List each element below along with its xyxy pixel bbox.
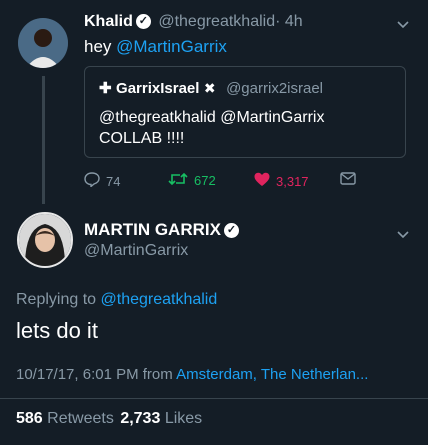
like-count: 3,317 bbox=[276, 173, 309, 189]
heart-icon bbox=[254, 172, 270, 190]
retweet-icon bbox=[168, 172, 188, 189]
tweet1-text-prefix: hey bbox=[84, 37, 117, 56]
retweet-count: 672 bbox=[194, 173, 216, 188]
reply-button[interactable]: 74 bbox=[84, 172, 120, 190]
retweets-stat[interactable]: 586 Retweets bbox=[16, 410, 114, 427]
author-name[interactable]: Khalid bbox=[84, 13, 133, 30]
likes-count: 2,733 bbox=[120, 410, 161, 427]
verified-icon: ✓ bbox=[223, 223, 239, 239]
message-button[interactable] bbox=[340, 172, 356, 188]
envelope-icon bbox=[340, 172, 356, 188]
reply-icon bbox=[84, 172, 100, 190]
likes-stat[interactable]: 2,733 Likes bbox=[120, 410, 202, 427]
reply-count: 74 bbox=[106, 173, 121, 189]
tweet2-meta: 10/17/17, 6:01 PM from Amsterdam, The Ne… bbox=[16, 366, 368, 383]
mention-link[interactable]: @MartinGarrix bbox=[116, 37, 227, 56]
tweet2-author-name-row: MARTIN GARRIX ✓ bbox=[84, 220, 239, 240]
martin-garrix-avatar[interactable] bbox=[17, 212, 73, 268]
replying-label: Replying to bbox=[16, 291, 97, 308]
replying-to: Replying to @thegreatkhalid bbox=[16, 291, 217, 309]
quote-author-suffix: ✖ bbox=[203, 80, 216, 96]
location-link[interactable]: Amsterdam, The Netherlan... bbox=[176, 366, 368, 383]
tweet2-stats: 586 Retweets 2,733 Likes bbox=[16, 410, 202, 428]
tweet2-author-name[interactable]: MARTIN GARRIX bbox=[84, 220, 221, 239]
quote-line2: COLLAB !!!! bbox=[99, 130, 185, 147]
tweet-time[interactable]: · 4h bbox=[275, 13, 303, 30]
chevron-down-icon[interactable] bbox=[397, 16, 409, 32]
retweets-label: Retweets bbox=[47, 410, 114, 427]
likes-label: Likes bbox=[164, 410, 203, 427]
retweet-button[interactable]: 672 bbox=[168, 172, 216, 189]
quote-author-prefix: ✚ bbox=[99, 80, 112, 97]
author-handle[interactable]: @thegreatkhalid bbox=[158, 13, 275, 30]
quote-text: @thegreatkhalid @MartinGarrix COLLAB !!!… bbox=[99, 107, 324, 149]
replying-to-link[interactable]: @thegreatkhalid bbox=[101, 291, 218, 308]
quoted-tweet[interactable]: ✚ GarrixIsrael ✖ @garrix2israel @thegrea… bbox=[84, 66, 406, 158]
tweet2-author-handle[interactable]: @MartinGarrix bbox=[84, 242, 188, 260]
quote-header: ✚ GarrixIsrael ✖ @garrix2israel bbox=[99, 79, 323, 98]
like-button[interactable]: 3,317 bbox=[254, 172, 309, 190]
tweet2-text: lets do it bbox=[16, 318, 98, 343]
quote-line1: @thegreatkhalid @MartinGarrix bbox=[99, 109, 325, 126]
tweet1-text: hey @MartinGarrix bbox=[84, 37, 227, 57]
verified-icon: ✓ bbox=[135, 14, 151, 30]
khalid-avatar[interactable] bbox=[18, 18, 68, 68]
quote-author-name: GarrixIsrael bbox=[116, 80, 200, 97]
tweet2-timestamp[interactable]: 10/17/17, 6:01 PM from bbox=[16, 366, 173, 383]
retweets-count: 586 bbox=[16, 410, 43, 427]
chevron-down-icon[interactable] bbox=[397, 226, 409, 242]
divider bbox=[0, 398, 428, 399]
thread-line bbox=[42, 76, 45, 204]
tweet1-header: Khalid ✓ @thegreatkhalid· 4h bbox=[84, 13, 303, 31]
quote-author-handle: @garrix2israel bbox=[226, 80, 323, 97]
